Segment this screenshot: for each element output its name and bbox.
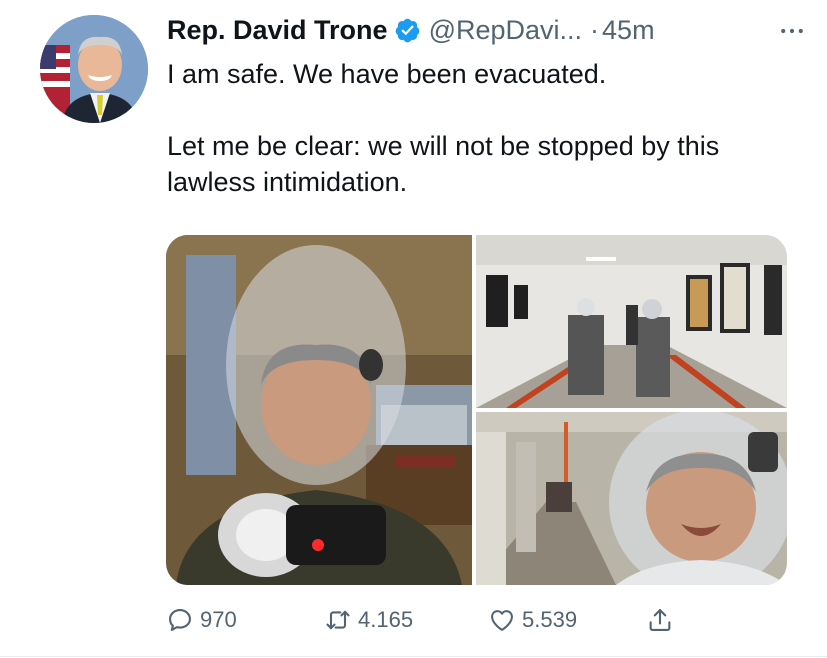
retweet-button[interactable]: 4.165 <box>324 600 413 640</box>
photo-selfie-tunnel-icon <box>476 412 787 585</box>
media-photo-1[interactable] <box>166 235 472 585</box>
tweet-text: I am safe. We have been evacuated. Let m… <box>167 56 807 200</box>
reply-button[interactable]: 970 <box>166 600 237 640</box>
handle[interactable]: @RepDavi... <box>429 15 582 46</box>
tweet-actions: 970 4.165 5.539 <box>166 600 706 640</box>
timestamp[interactable]: 45m <box>602 15 655 46</box>
reply-count: 970 <box>200 607 237 632</box>
photo-selfie-hood-icon <box>166 235 472 585</box>
heart-icon <box>491 610 513 631</box>
more-options-icon[interactable] <box>777 16 807 46</box>
like-button[interactable]: 5.539 <box>488 600 577 640</box>
time-separator: · <box>590 14 600 45</box>
verified-badge-icon <box>395 18 419 42</box>
tweet-paragraph: Let me be clear: we will not be stopped … <box>167 131 720 197</box>
like-count: 5.539 <box>522 607 578 632</box>
media-grid <box>166 235 787 585</box>
share-icon <box>649 609 671 631</box>
photo-hallway-evacuation-icon <box>476 235 787 408</box>
tweet-header: Rep. David Trone @RepDavi... · 45m <box>167 10 807 50</box>
bottom-divider <box>0 656 827 657</box>
retweet-count: 4.165 <box>358 607 414 632</box>
reply-icon <box>169 609 191 631</box>
avatar-image <box>40 15 148 123</box>
retweet-icon <box>326 610 350 630</box>
display-name[interactable]: Rep. David Trone <box>167 15 388 46</box>
media-photo-3[interactable] <box>476 412 787 585</box>
share-button[interactable] <box>646 600 680 640</box>
media-photo-2[interactable] <box>476 235 787 408</box>
avatar[interactable] <box>40 15 148 123</box>
tweet-paragraph: I am safe. We have been evacuated. <box>167 59 607 89</box>
